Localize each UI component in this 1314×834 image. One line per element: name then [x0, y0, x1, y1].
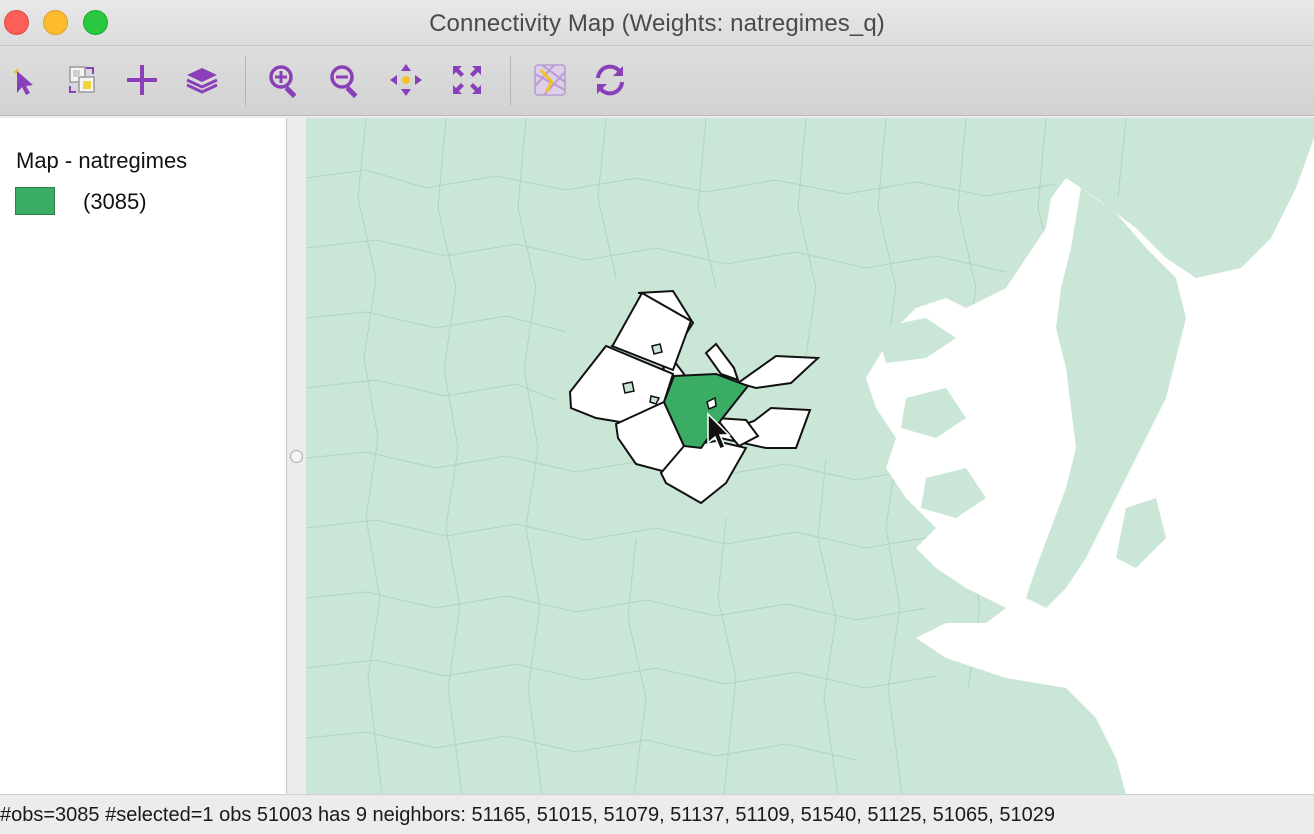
layers-tool-button[interactable] [182, 60, 222, 100]
title-bar: Connectivity Map (Weights: natregimes_q) [0, 0, 1314, 46]
map-canvas[interactable] [306, 118, 1314, 794]
legend-category-count: (3085) [83, 189, 147, 214]
splitter-handle[interactable] [290, 450, 303, 463]
pan-tool-button[interactable] [386, 60, 426, 100]
add-tool-button[interactable] [122, 60, 162, 100]
layers-icon [186, 68, 218, 94]
refresh-icon [596, 64, 624, 96]
map-toolbar [0, 46, 1314, 116]
legend-title: Map - natregimes [16, 148, 188, 173]
neighbor-county [735, 354, 821, 390]
zoom-out-icon [330, 65, 358, 98]
basemap-tool-button[interactable] [530, 60, 570, 100]
full-extent-tool-button[interactable] [447, 60, 487, 100]
window-title: Connectivity Map (Weights: natregimes_q) [429, 10, 885, 37]
copy-selection-icon [69, 66, 95, 93]
pointer-arrow-icon [13, 68, 33, 95]
refresh-tool-button[interactable] [590, 60, 630, 100]
select-tool-button[interactable] [4, 60, 44, 100]
legend-panel: Map - natregimes (3085) [0, 118, 287, 794]
zoom-in-tool-button[interactable] [264, 60, 304, 100]
select-copy-tool-button[interactable] [62, 60, 102, 100]
toolbar-separator [510, 56, 511, 106]
connectivity-map-svg[interactable] [306, 118, 1314, 794]
status-bar: #obs=3085 #selected=1 obs 51003 has 9 ne… [0, 794, 1314, 834]
pan-arrows-icon [390, 64, 422, 96]
zoom-in-icon [269, 65, 297, 98]
plus-icon [127, 65, 157, 95]
toolbar-separator [245, 56, 246, 106]
full-extent-icon [453, 66, 481, 94]
status-text: #obs=3085 #selected=1 obs 51003 has 9 ne… [0, 804, 1055, 826]
basemap-icon [534, 64, 566, 96]
connectivity-map-window: Connectivity Map (Weights: natregimes_q) [0, 0, 1314, 834]
zoom-out-tool-button[interactable] [325, 60, 365, 100]
legend-color-swatch[interactable] [15, 187, 55, 215]
